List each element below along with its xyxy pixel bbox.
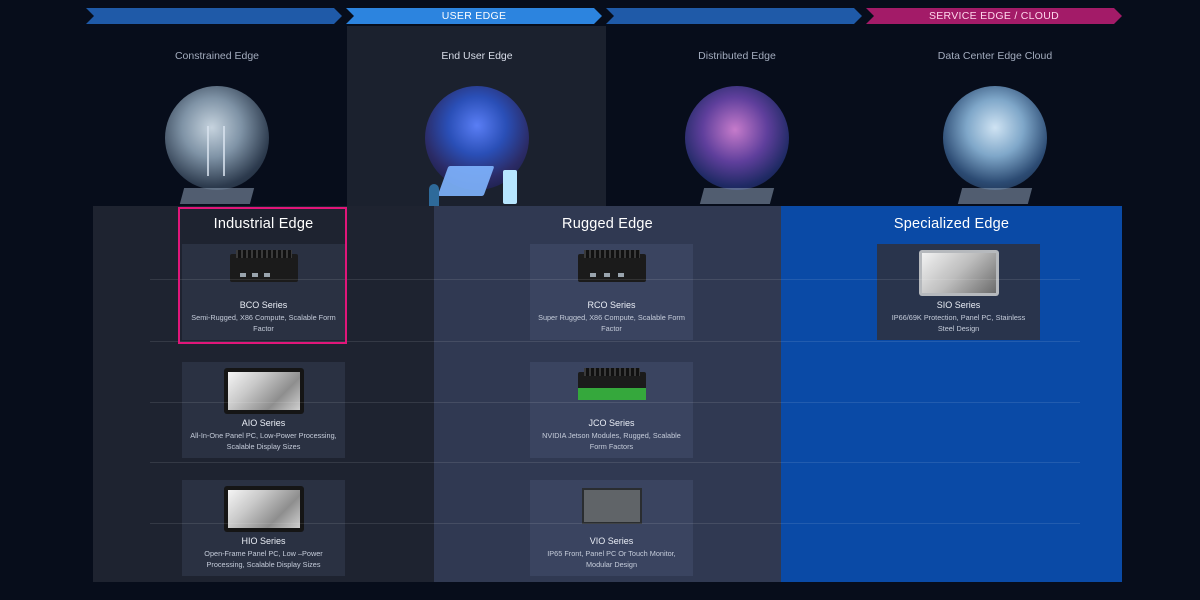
arrow-label-service-edge-cloud: SERVICE EDGE / CLOUD: [928, 10, 1060, 22]
arrow-segment-user-edge: USER EDGE: [346, 8, 602, 24]
product-card-rco[interactable]: RCO Series Super Rugged, X86 Compute, Sc…: [530, 244, 693, 340]
product-name: SIO Series: [936, 300, 981, 310]
product-card-hio[interactable]: HIO Series Open-Frame Panel PC, Low –Pow…: [182, 480, 345, 576]
product-card-sio[interactable]: SIO Series IP66/69K Protection, Panel PC…: [877, 244, 1040, 340]
arrow-segment-service-edge-cloud: SERVICE EDGE / CLOUD: [866, 8, 1122, 24]
row-divider: [150, 462, 1080, 463]
hio-panel-pc-image: [223, 486, 304, 532]
product-description: Super Rugged, X86 Compute, Scalable Form…: [538, 313, 685, 333]
product-card-aio[interactable]: AIO Series All-In-One Panel PC, Low-Powe…: [182, 362, 345, 458]
selection-highlight-frame: [178, 207, 347, 344]
sio-stainless-panel-pc-image: [918, 250, 999, 296]
globe-base: [957, 188, 1033, 204]
jco-box-pc-image: [577, 368, 646, 400]
product-name: VIO Series: [589, 536, 634, 546]
product-name: JCO Series: [588, 418, 635, 428]
tier-label: Constrained Edge: [174, 50, 260, 62]
tower-icon: [207, 126, 225, 176]
product-name: HIO Series: [241, 536, 286, 546]
tier-data-center-edge-cloud: Data Center Edge Cloud: [895, 50, 1095, 204]
specialized-edge-panel: Specialized Edge SIO Series IP66/69K Pro…: [781, 206, 1122, 582]
vio-monitor-image: [581, 488, 642, 524]
product-description: IP66/69K Protection, Panel PC, Stainless…: [891, 313, 1026, 333]
tier-label: End User Edge: [441, 50, 513, 62]
tier-label: Distributed Edge: [698, 50, 776, 62]
aio-panel-pc-image: [223, 368, 304, 414]
wind-turbine-globe-icon: [165, 86, 269, 204]
panel-title-rugged-edge: Rugged Edge: [562, 216, 653, 232]
arrow-segment-distributed: [606, 8, 862, 24]
tier-end-user-edge: End User Edge: [377, 50, 577, 210]
rugged-edge-panel: Rugged Edge RCO Series Super Rugged, X86…: [434, 206, 781, 582]
phone-icon: [503, 170, 517, 204]
arrow-segment-constrained: [86, 8, 342, 24]
globe-base: [699, 188, 775, 204]
product-card-vio[interactable]: VIO Series IP65 Front, Panel PC Or Touch…: [530, 480, 693, 576]
product-name: RCO Series: [587, 300, 636, 310]
panel-title-specialized-edge: Specialized Edge: [893, 216, 1010, 232]
tier-distributed-edge: Distributed Edge: [637, 50, 837, 204]
rco-box-pc-image: [577, 250, 646, 282]
product-card-jco[interactable]: JCO Series NVIDIA Jetson Modules, Rugged…: [530, 362, 693, 458]
product-name: AIO Series: [241, 418, 286, 428]
product-description: NVIDIA Jetson Modules, Rugged, Scalable …: [542, 431, 681, 451]
tier-label: Data Center Edge Cloud: [937, 50, 1053, 62]
tier-constrained-edge: Constrained Edge: [117, 50, 317, 204]
globe-base: [179, 188, 255, 204]
network-globe-icon: [685, 86, 789, 204]
arrow-label-user-edge: USER EDGE: [441, 10, 507, 22]
cloud-brain-globe-icon: [943, 86, 1047, 204]
product-description: All-In-One Panel PC, Low-Power Processin…: [190, 431, 337, 451]
row-divider: [150, 402, 1080, 403]
product-description: IP65 Front, Panel PC Or Touch Monitor, M…: [547, 549, 676, 569]
product-description: Open-Frame Panel PC, Low –Power Processi…: [204, 549, 323, 569]
city-laptop-globe-icon: [425, 86, 529, 210]
row-divider: [150, 523, 1080, 524]
